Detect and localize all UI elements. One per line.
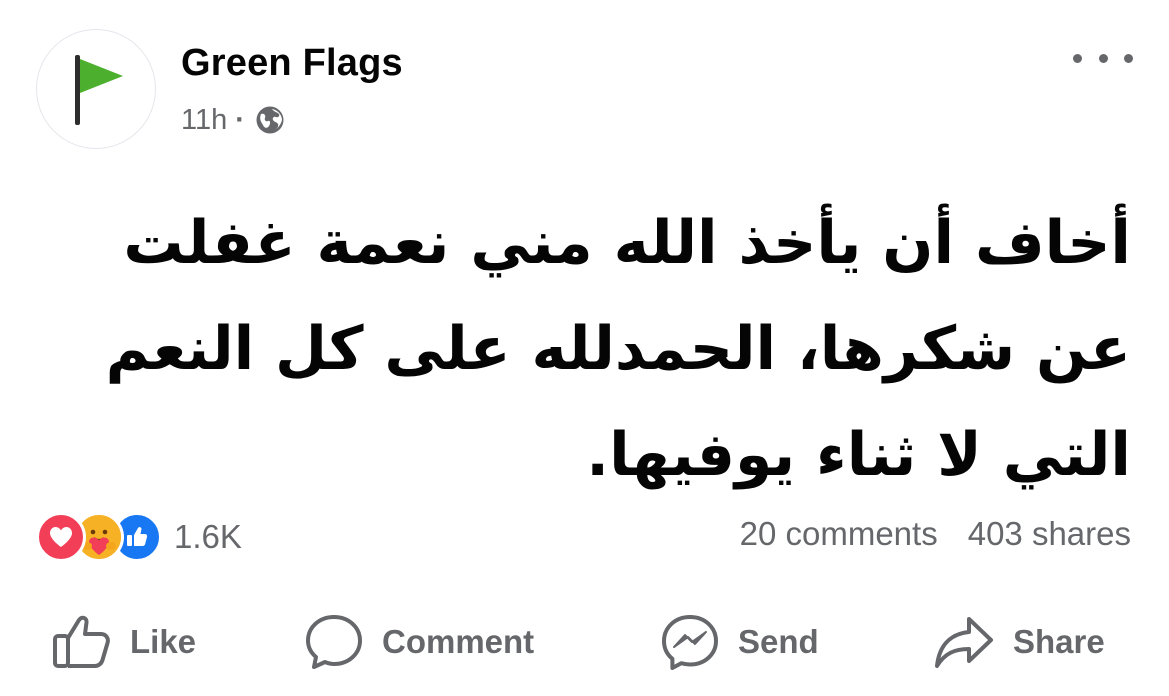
- reaction-count: 1.6K: [174, 518, 242, 555]
- comment-button[interactable]: Comment: [304, 610, 534, 674]
- like-button[interactable]: Like: [52, 610, 196, 674]
- more-options-button[interactable]: [1073, 43, 1133, 73]
- comment-icon: [306, 615, 362, 669]
- post-meta: 11h ·: [181, 100, 285, 140]
- meta-separator: ·: [235, 103, 245, 136]
- comments-count[interactable]: 20 comments: [740, 515, 938, 553]
- like-icon: [53, 615, 110, 668]
- more-dot-icon: [1073, 53, 1082, 63]
- more-dot-icon: [1124, 53, 1133, 63]
- send-label: Send: [738, 623, 819, 660]
- green-flag-icon: [75, 55, 123, 125]
- shares-count[interactable]: 403 shares: [968, 515, 1131, 553]
- share-button[interactable]: Share: [933, 610, 1105, 674]
- send-button[interactable]: Send: [660, 610, 819, 674]
- love-reaction-icon: [36, 512, 86, 562]
- more-dot-icon: [1098, 53, 1108, 63]
- share-label: Share: [1013, 623, 1105, 660]
- globe-icon: [256, 106, 284, 134]
- comment-label: Comment: [382, 623, 535, 660]
- engagement-stats: 20 comments 403 shares: [740, 515, 1131, 553]
- page-avatar[interactable]: [36, 29, 156, 149]
- post-time[interactable]: 11h: [181, 104, 227, 137]
- page-name[interactable]: Green Flags: [181, 42, 403, 85]
- post-action-bar: Like Comment Send Share: [0, 610, 1169, 674]
- like-label: Like: [130, 623, 197, 660]
- messenger-icon: [662, 615, 718, 670]
- share-icon: [935, 617, 993, 668]
- reactions-summary[interactable]: 1.6K: [36, 512, 242, 562]
- post-text: أخاف أن يأخذ الله مني نعمة غفلت عن شكرها…: [84, 208, 1131, 490]
